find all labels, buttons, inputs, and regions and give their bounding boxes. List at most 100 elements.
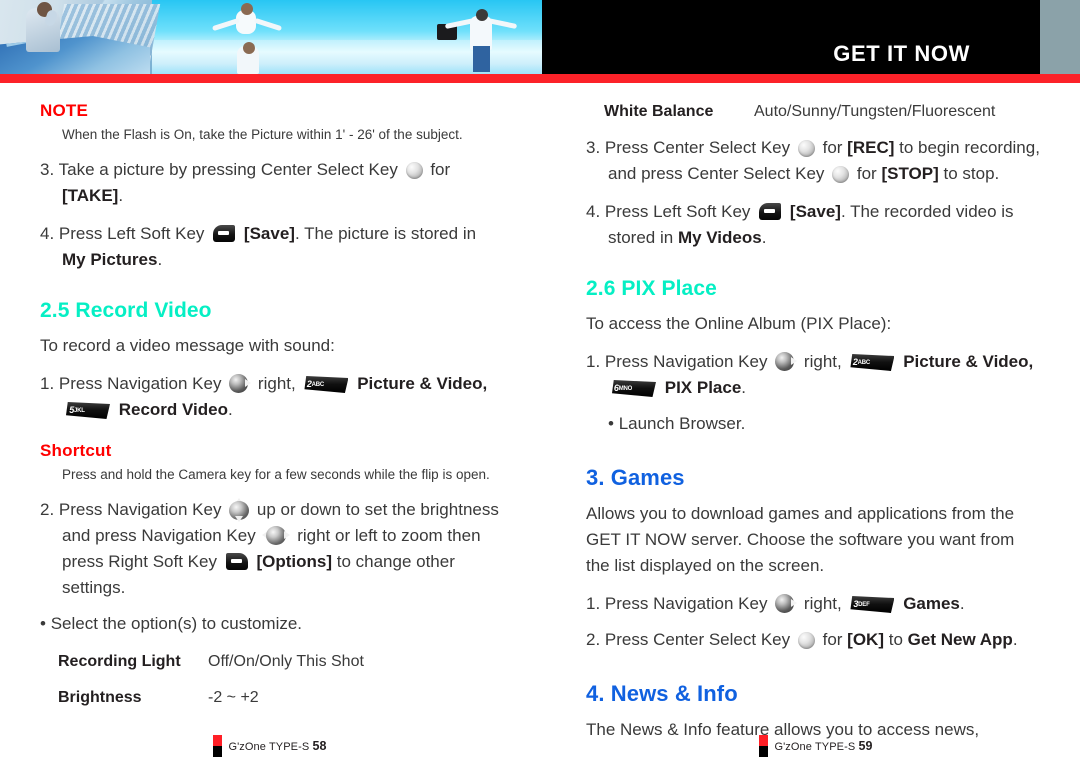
banner-figure-traveler-head xyxy=(476,9,488,21)
spec-value: -2 ~ +2 xyxy=(208,689,259,706)
key-label-options: [Options] xyxy=(256,552,332,571)
step-text: Press Navigation Key xyxy=(58,500,222,519)
footer-page-number: 59 xyxy=(858,739,873,753)
center-select-key-icon xyxy=(797,632,815,649)
step-take-picture: 3. Take a picture by pressing Center Sel… xyxy=(40,157,500,209)
navigation-key-right-icon xyxy=(775,594,798,613)
step-text: . xyxy=(761,228,767,247)
banner-figure-acrobat-upper-head xyxy=(241,3,253,15)
page-body: NOTE When the Flash is On, take the Pict… xyxy=(0,83,1080,775)
navigation-key-right-icon xyxy=(229,374,252,393)
step-text: . The picture is stored in xyxy=(294,224,477,243)
footer-marker-icon xyxy=(213,735,223,757)
key-label-stop: [STOP] xyxy=(881,164,939,183)
record-video-intro: To record a video message with sound: xyxy=(40,336,335,355)
step-pix-place-navigate: 1. Press Navigation Key right, 2ABC Pict… xyxy=(586,349,1046,401)
step-text: . xyxy=(118,186,124,205)
step-text: right, xyxy=(803,352,842,371)
footer-left: G'zOne TYPE-S 58 xyxy=(40,735,500,757)
spec-value: Off/On/Only This Shot xyxy=(208,653,364,670)
key-label-save: [Save] xyxy=(243,224,295,243)
step-text: Take a picture by pressing Center Select… xyxy=(58,160,398,179)
navigation-key-up-down-icon xyxy=(229,498,250,522)
left-soft-key-icon xyxy=(213,225,236,242)
step-number: 4. xyxy=(586,202,601,221)
step-text: . xyxy=(228,400,233,419)
step-number: 1. xyxy=(40,374,55,393)
step-text: Press Left Soft Key xyxy=(604,202,751,221)
step-text: Press Left Soft Key xyxy=(58,224,205,243)
bullet-customize-options: • Select the option(s) to customize. xyxy=(40,614,303,633)
spec-key: White Balance xyxy=(604,103,714,120)
banner-figure-traveler-body xyxy=(470,16,492,50)
step-text: for xyxy=(822,630,843,649)
step-record-start-stop: 3. Press Center Select Key for [REC] to … xyxy=(586,135,1046,187)
step-text: Press Navigation Key xyxy=(604,594,768,613)
footer-book-title: G'zOne TYPE-S xyxy=(774,741,856,753)
footer-book-title: G'zOne TYPE-S xyxy=(228,741,310,753)
numeric-key-5-icon: 5JKL xyxy=(66,402,110,419)
step-record-video-navigate: 1. Press Navigation Key right, 2ABC Pict… xyxy=(40,371,500,423)
step-number: 1. xyxy=(586,594,601,613)
shortcut-body: Press and hold the Camera key for a few … xyxy=(62,467,490,482)
banner-figure-traveler-legs xyxy=(473,46,490,72)
numeric-key-2-icon: 2ABC xyxy=(850,354,895,371)
spec-value: Auto/Sunny/Tungsten/Fluorescent xyxy=(754,103,996,120)
key-label-take: [TAKE] xyxy=(62,186,119,205)
step-text: for xyxy=(822,138,843,157)
left-column: NOTE When the Flash is On, take the Pict… xyxy=(40,83,500,709)
spec-key: Recording Light xyxy=(58,653,181,670)
section-heading-record-video: 2.5 Record Video xyxy=(40,299,212,322)
page-header: GET IT NOW xyxy=(0,0,1080,83)
banner-figure-acrobat-lower-head xyxy=(243,42,255,54)
section-heading-games: 3. Games xyxy=(586,465,685,490)
menu-get-new-app: Get New App xyxy=(907,630,1013,649)
step-text: to xyxy=(888,630,903,649)
step-text: Press Center Select Key xyxy=(604,630,791,649)
footer-marker-icon xyxy=(759,735,769,757)
step-text: . xyxy=(1012,630,1018,649)
menu-games: Games xyxy=(903,594,960,613)
menu-my-videos: My Videos xyxy=(677,228,762,247)
numeric-key-2-icon: 2ABC xyxy=(304,376,349,393)
bullet-launch-browser: • Launch Browser. xyxy=(608,414,746,433)
step-brightness-zoom: 2. Press Navigation Key up or down to se… xyxy=(40,497,500,601)
section-heading-pix-place: 2.6 PIX Place xyxy=(586,277,717,300)
navigation-key-left-right-icon xyxy=(262,526,291,545)
step-text: Press Center Select Key xyxy=(604,138,791,157)
step-text: for xyxy=(856,164,877,183)
step-games-navigate: 1. Press Navigation Key right, 3DEF Game… xyxy=(586,591,1046,617)
footer-text: G'zOne TYPE-S 59 xyxy=(774,739,872,753)
step-save-video: 4. Press Left Soft Key [Save]. The recor… xyxy=(586,199,1046,251)
left-soft-key-icon xyxy=(759,203,782,220)
step-text: . xyxy=(741,378,747,397)
menu-pix-place: PIX Place xyxy=(664,378,742,397)
navigation-key-right-icon xyxy=(775,352,798,371)
step-text: Press Navigation Key xyxy=(58,374,222,393)
spec-key: Brightness xyxy=(58,689,142,706)
center-select-key-icon xyxy=(405,162,423,179)
page-title: GET IT NOW xyxy=(833,41,970,66)
numeric-key-6-icon: 6MNO xyxy=(612,380,656,397)
step-save-picture: 4. Press Left Soft Key [Save]. The pictu… xyxy=(40,221,500,273)
note-body: When the Flash is On, take the Picture w… xyxy=(62,127,463,142)
numeric-key-3-icon: 3DEF xyxy=(850,596,895,613)
spec-row-recording-light: Recording Light Off/On/Only This Shot xyxy=(58,651,500,673)
right-soft-key-icon xyxy=(225,553,248,570)
bullet-text: Select the option(s) to customize. xyxy=(50,614,303,633)
step-text: . xyxy=(959,594,965,613)
footer-text: G'zOne TYPE-S 58 xyxy=(228,739,326,753)
center-select-key-icon xyxy=(832,166,850,183)
step-text: to stop. xyxy=(943,164,1000,183)
key-label-rec: [REC] xyxy=(847,138,895,157)
step-text: right, xyxy=(257,374,296,393)
header-banner-photo xyxy=(0,0,542,74)
menu-my-pictures: My Pictures xyxy=(62,250,158,269)
shortcut-heading: Shortcut xyxy=(40,441,112,460)
bullet-text: Launch Browser. xyxy=(618,414,746,433)
step-number: 1. xyxy=(586,352,601,371)
note-heading: NOTE xyxy=(40,101,89,120)
step-number: 4. xyxy=(40,224,55,243)
header-black-panel: GET IT NOW xyxy=(542,0,1040,74)
step-text: . xyxy=(157,250,163,269)
